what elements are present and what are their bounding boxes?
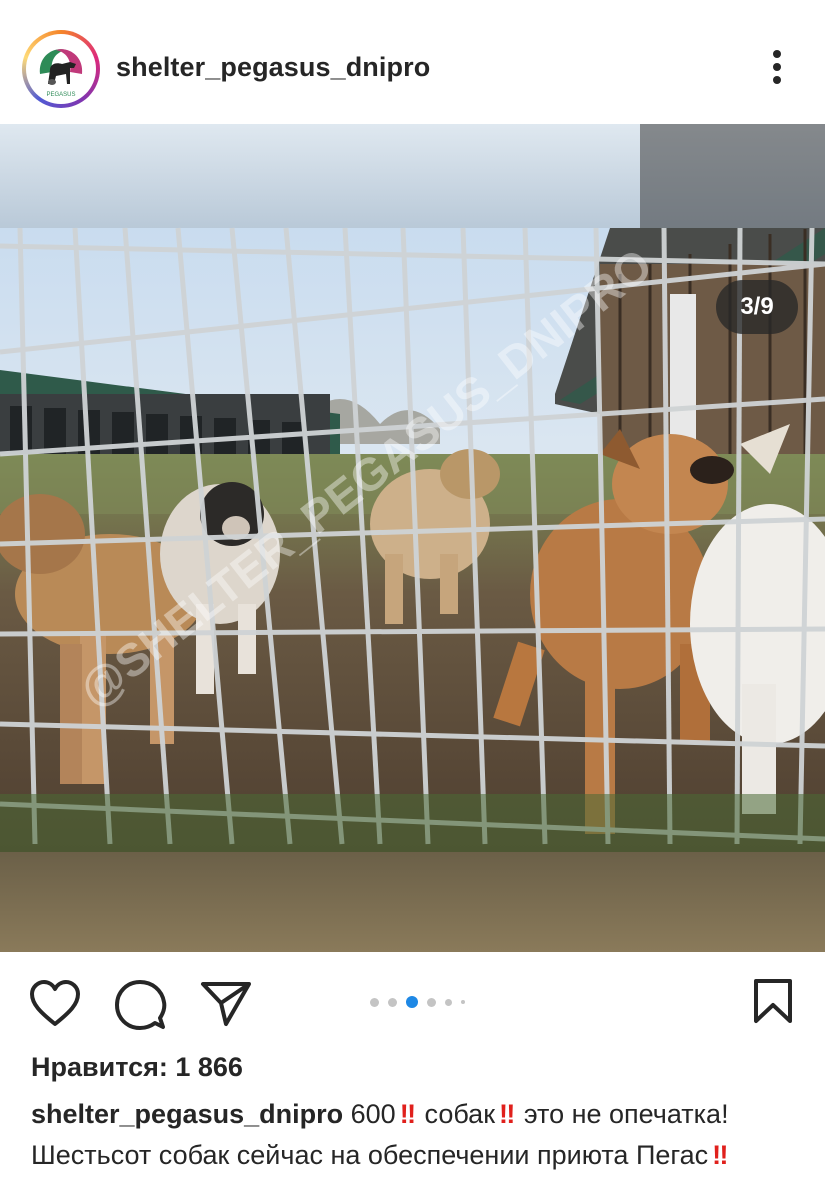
more-options-button[interactable]	[760, 50, 794, 90]
bookmark-icon	[754, 979, 792, 1023]
post-image[interactable]: @SHELTER_PEGASUS_DNIPRO 3/9	[0, 124, 825, 952]
save-button[interactable]	[750, 978, 802, 1030]
profile-avatar-ring[interactable]: PEGASUS	[22, 30, 100, 108]
carousel-dot	[427, 997, 436, 1007]
slide-counter: 3/9	[716, 280, 798, 334]
likes-count[interactable]: Нравится: 1 866	[31, 1052, 243, 1083]
post-header: PEGASUS shelter_pegasus_dnipro	[0, 0, 825, 124]
double-exclamation-icon: ‼	[399, 1099, 416, 1129]
caption-text-2: собак	[424, 1099, 496, 1129]
post-username[interactable]: shelter_pegasus_dnipro	[116, 52, 430, 83]
post-caption: shelter_pegasus_dnipro 600 ‼ собак ‼ это н…	[31, 1094, 801, 1176]
more-dot	[773, 63, 781, 71]
double-exclamation-icon: ‼	[499, 1099, 515, 1129]
carousel-dot	[461, 1000, 465, 1004]
like-button[interactable]	[28, 978, 80, 1030]
carousel-dot	[445, 998, 452, 1006]
carousel-dot	[370, 997, 379, 1007]
post-actions	[0, 952, 825, 1048]
comment-button[interactable]	[114, 978, 167, 1030]
carousel-dot	[388, 997, 397, 1007]
share-button[interactable]	[200, 978, 252, 1030]
caption-username[interactable]: shelter_pegasus_dnipro	[31, 1099, 343, 1129]
paper-plane-icon	[201, 982, 251, 1026]
heart-icon	[30, 980, 80, 1026]
comment-icon	[115, 980, 167, 1030]
avatar[interactable]: PEGASUS	[26, 34, 96, 104]
double-exclamation-icon: ‼	[712, 1140, 728, 1170]
carousel-indicator	[370, 996, 474, 1008]
carousel-dot-active	[406, 996, 418, 1008]
pegasus-logo-icon: PEGASUS	[39, 49, 83, 98]
more-dot	[773, 76, 781, 84]
svg-text:PEGASUS: PEGASUS	[46, 92, 75, 98]
caption-text-1: 600	[350, 1099, 396, 1129]
dogs-behind-fence-photo: @SHELTER_PEGASUS_DNIPRO	[0, 124, 825, 952]
more-vertical-icon	[773, 50, 781, 58]
